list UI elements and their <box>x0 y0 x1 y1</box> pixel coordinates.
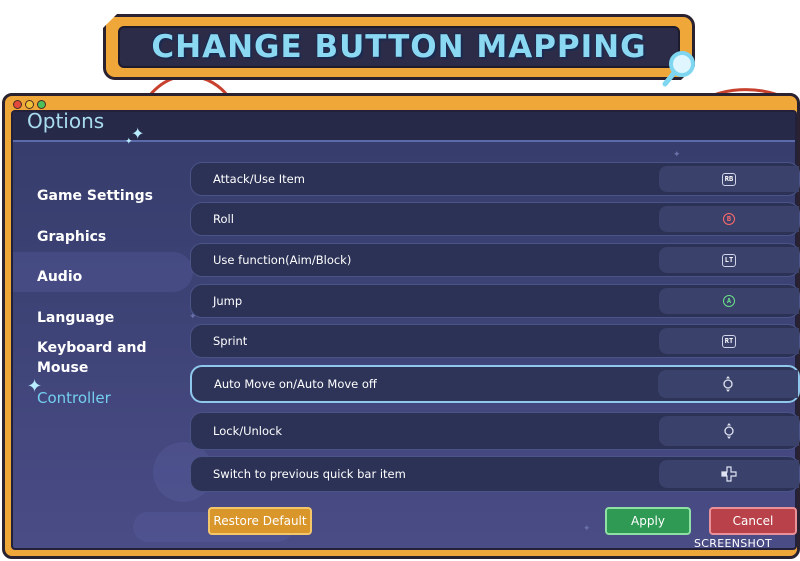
a-button-icon: A <box>723 295 735 307</box>
mapping-row-jump[interactable]: Jump A <box>190 284 800 318</box>
title-banner: CHANGE BUTTON MAPPING <box>103 14 695 80</box>
mapping-row-use-function[interactable]: Use function(Aim/Block) LT <box>190 243 800 277</box>
binding-slot[interactable] <box>659 416 799 446</box>
binding-slot[interactable] <box>658 370 798 398</box>
rt-button-icon: RT <box>721 334 737 348</box>
background-star: ✦ <box>583 524 591 534</box>
left-stick-press-icon <box>723 376 733 392</box>
binding-slot[interactable]: RT <box>659 328 799 354</box>
sidebar-item-game-settings[interactable]: Game Settings <box>37 186 167 206</box>
b-button-icon: B <box>723 213 735 225</box>
screenshot-watermark: SCREENSHOT <box>694 537 773 550</box>
mapping-row-roll[interactable]: Roll B <box>190 202 800 236</box>
banner-title: CHANGE BUTTON MAPPING <box>151 29 647 65</box>
binding-slot[interactable]: B <box>659 206 799 232</box>
binding-slot[interactable] <box>659 460 799 488</box>
options-title: Options <box>27 110 105 133</box>
mapping-row-lock-unlock[interactable]: Lock/Unlock <box>190 412 800 450</box>
magnifier-icon <box>662 51 695 87</box>
binding-slot[interactable]: RB <box>659 166 799 192</box>
sparkle-icon: ✦ <box>131 124 145 143</box>
window-close-dot[interactable] <box>13 100 22 109</box>
restore-default-button[interactable]: Restore Default <box>208 507 312 535</box>
sidebar-item-graphics[interactable]: Graphics <box>37 227 167 247</box>
sparkle-icon: ✦ <box>125 137 133 147</box>
binding-slot[interactable]: A <box>659 288 799 314</box>
lt-button-icon: LT <box>721 253 737 267</box>
mapping-row-attack[interactable]: Attack/Use Item RB <box>190 162 800 196</box>
apply-button[interactable]: Apply <box>605 507 691 535</box>
window-minimize-dot[interactable] <box>25 100 34 109</box>
mapping-row-auto-move[interactable]: Auto Move on/Auto Move off <box>190 365 800 403</box>
right-stick-press-icon <box>724 423 734 439</box>
mapping-row-sprint[interactable]: Sprint RT <box>190 324 800 358</box>
sidebar-item-language[interactable]: Language <box>37 308 167 328</box>
sidebar-item-audio[interactable]: Audio <box>37 267 167 287</box>
mapping-row-previous-quick-bar[interactable]: Switch to previous quick bar item <box>190 456 800 492</box>
title-banner-inner: CHANGE BUTTON MAPPING <box>118 26 680 68</box>
cancel-button[interactable]: Cancel <box>709 507 797 535</box>
rb-button-icon: RB <box>721 172 737 186</box>
dpad-left-icon <box>721 466 737 482</box>
binding-slot[interactable]: LT <box>659 247 799 273</box>
window-maximize-dot[interactable] <box>37 100 46 109</box>
background-star: ✦ <box>673 150 681 160</box>
sidebar-item-keyboard-and-mouse[interactable]: Keyboard and Mouse <box>37 338 147 378</box>
sidebar-item-controller[interactable]: Controller <box>37 388 167 408</box>
